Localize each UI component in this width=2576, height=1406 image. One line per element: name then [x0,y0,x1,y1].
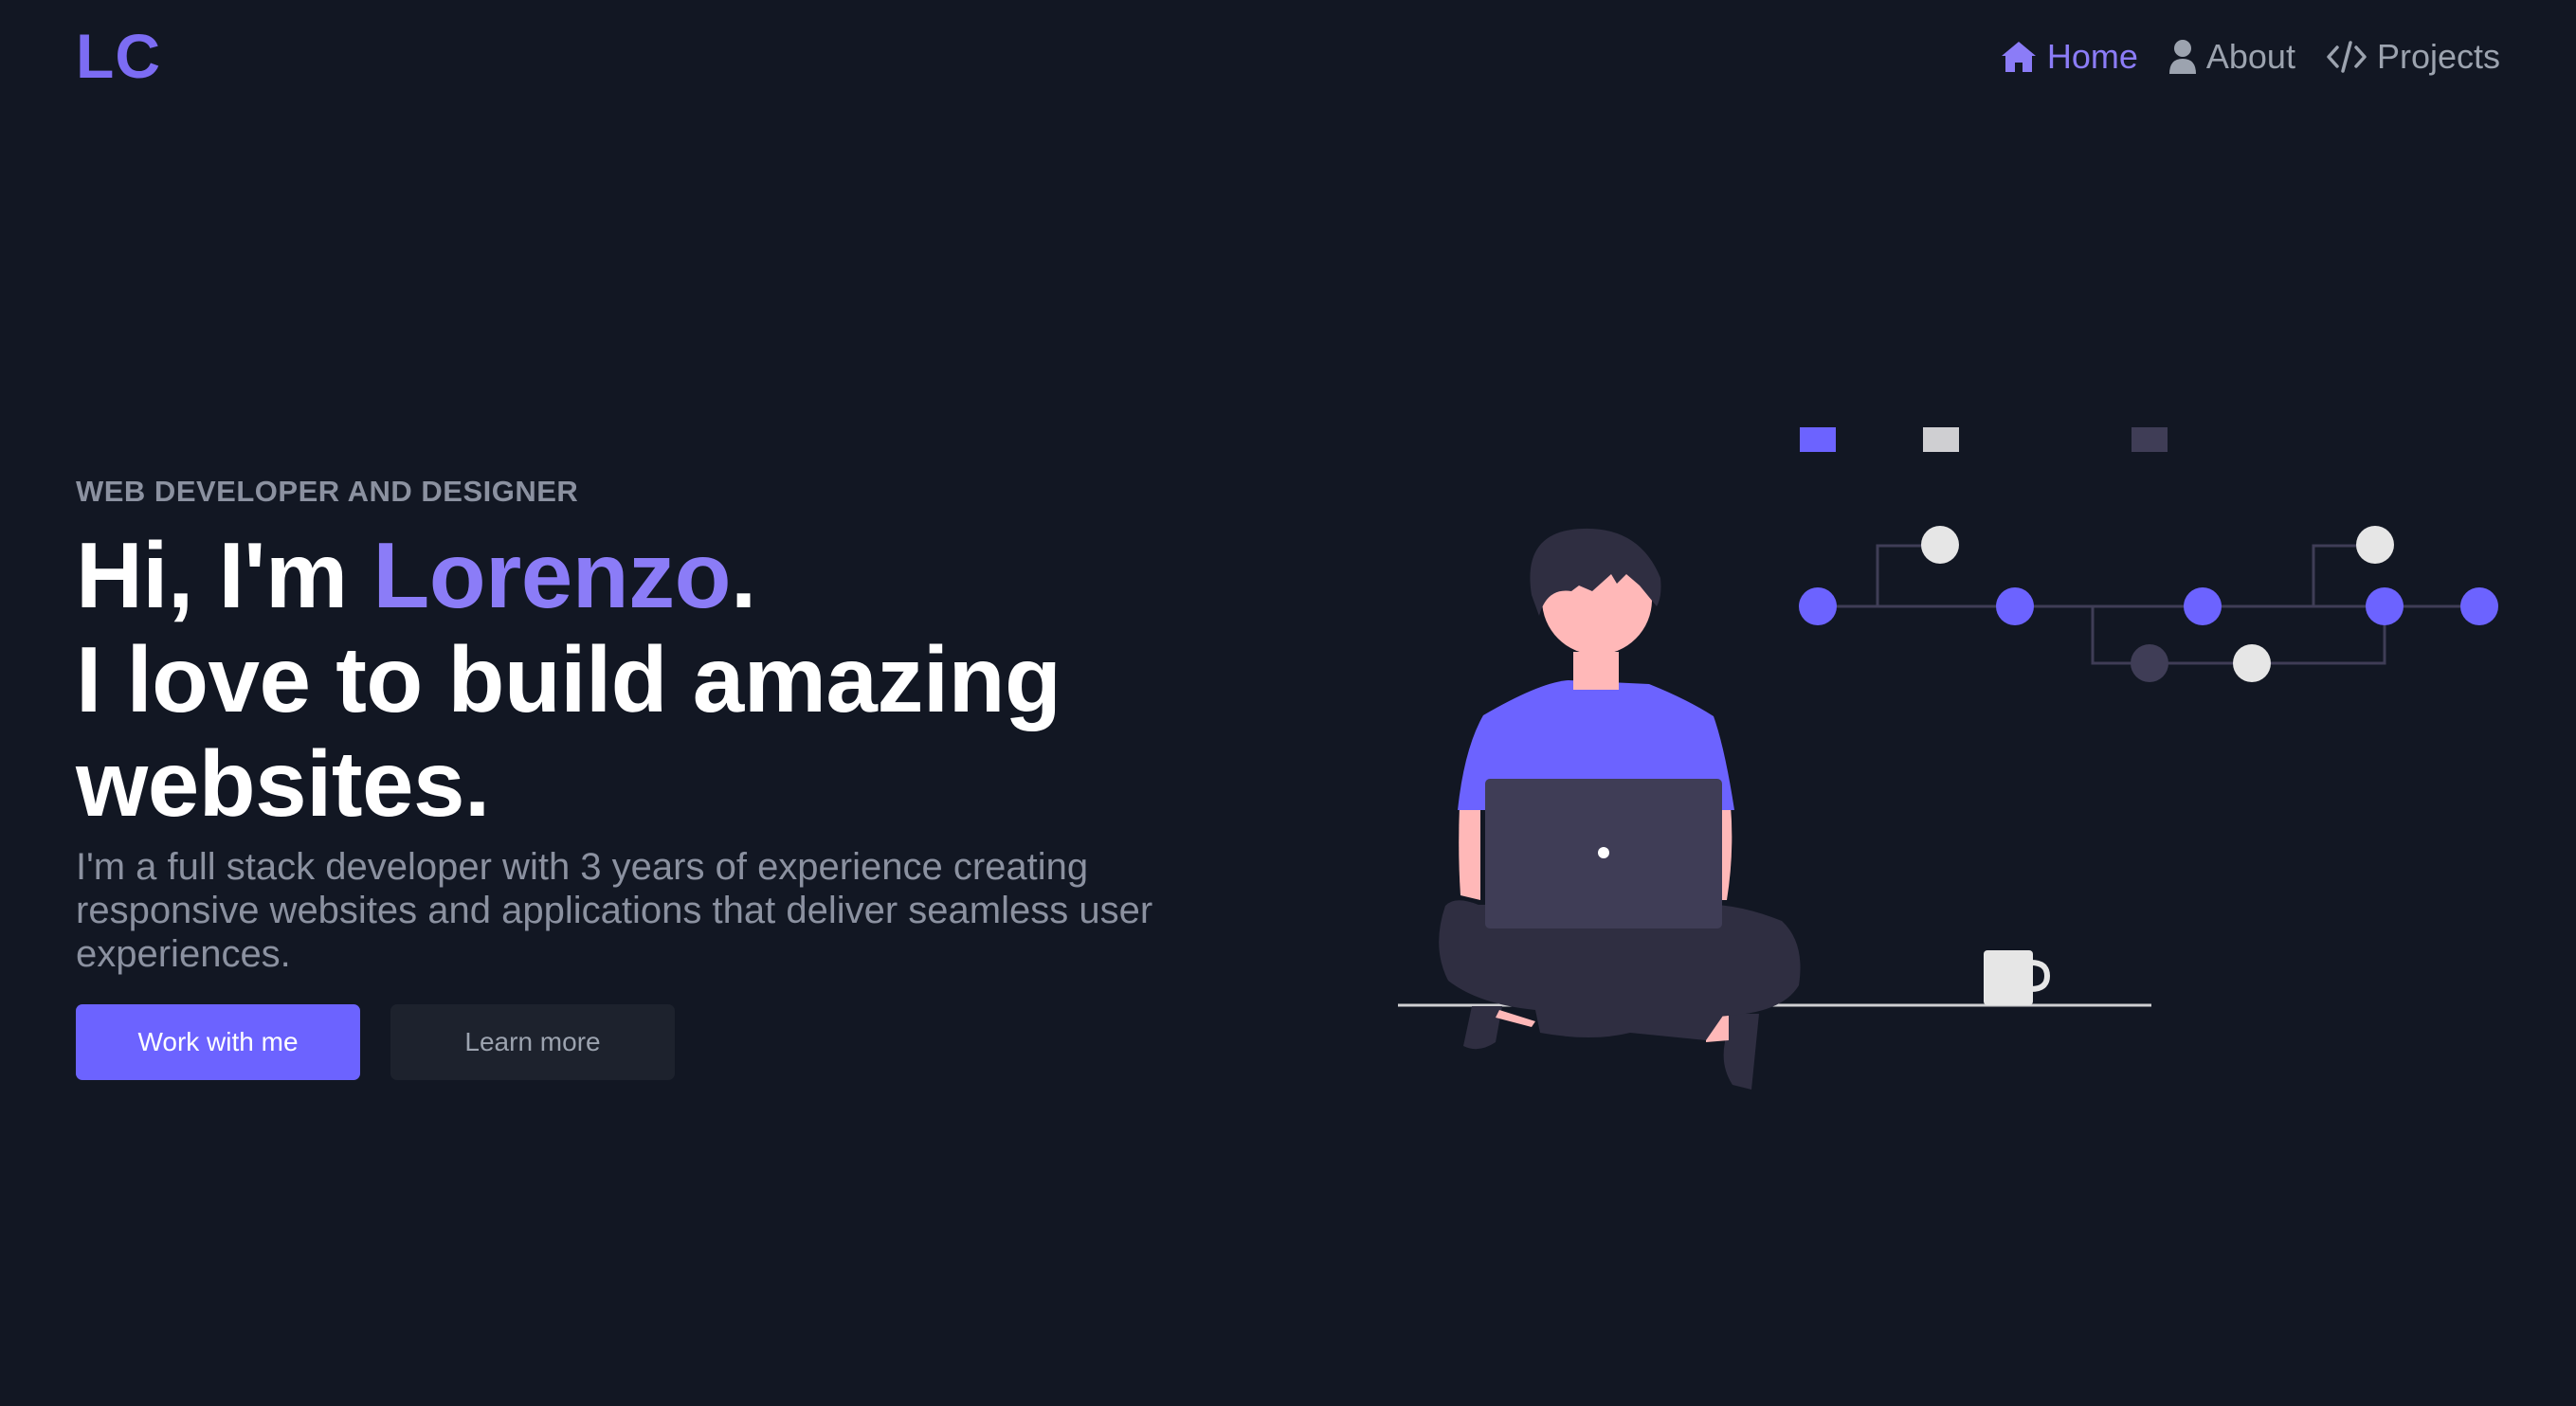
nav-item-about[interactable]: About [2168,37,2295,77]
hero-description: I'm a full stack developer with 3 years … [76,846,1153,975]
headline-line2: I love to build amazing websites. [76,627,1061,836]
node [1799,587,1837,625]
node [2460,587,2498,625]
nav-item-projects[interactable]: Projects [2326,37,2500,77]
page: LC Home About Projects WEB DEVELOPER AND… [0,0,2576,1406]
user-icon [2168,40,2196,74]
nav-item-label: About [2205,37,2295,76]
node [2356,526,2394,564]
logo[interactable]: LC [76,23,161,89]
node [2131,644,2168,682]
nav-item-home[interactable]: Home [2000,37,2138,77]
work-with-me-button[interactable]: Work with me [76,1004,360,1080]
hero-name: Lorenzo [372,523,731,627]
hero-eyebrow: WEB DEVELOPER AND DESIGNER [76,475,579,508]
square-dark [2132,427,2168,452]
greeting-suffix: . [730,523,756,627]
hero-buttons: Work with me Learn more [76,1004,1308,1080]
node [2366,587,2404,625]
square-purple [1800,427,1836,452]
learn-more-button[interactable]: Learn more [390,1004,675,1080]
node [1996,587,2034,625]
home-icon [2001,42,2036,72]
code-icon [2327,41,2367,73]
greeting-prefix: Hi, I'm [76,523,373,627]
hero-section: WEB DEVELOPER AND DESIGNER Hi, I'm Loren… [76,470,1308,1080]
hero-headline: Hi, I'm Lorenzo. I love to build amazing… [76,523,1308,836]
nav-item-label: Projects [2376,37,2500,76]
mug-icon [1984,950,2051,1005]
main-nav: Home About Projects [2000,28,2500,85]
node [2184,587,2222,625]
square-light [1923,427,1959,452]
node [1921,526,1959,564]
nav-item-label: Home [2046,37,2138,76]
developer-with-laptop-illustration [1398,427,2498,1090]
node [2233,644,2271,682]
